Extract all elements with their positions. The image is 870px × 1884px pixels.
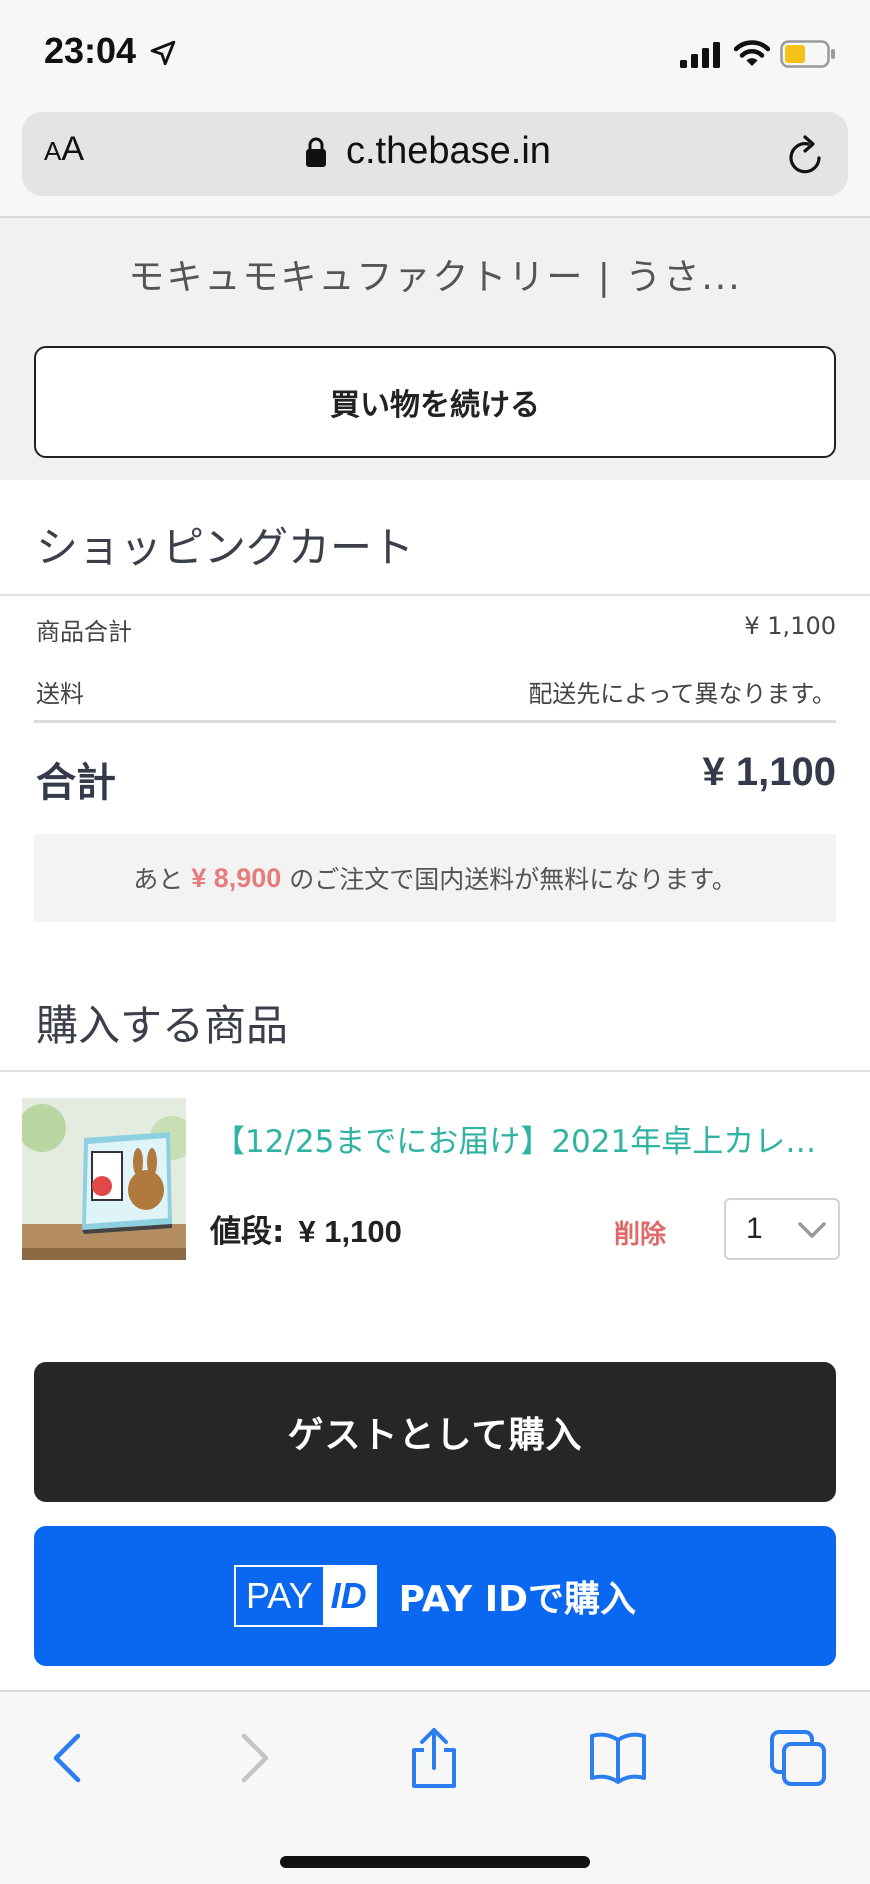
total-value: ¥ 1,100 — [702, 750, 836, 794]
shipping-value: 配送先によって異なります。 — [528, 680, 836, 708]
home-indicator[interactable] — [280, 1856, 590, 1868]
status-bar: 23:04 — [0, 0, 870, 108]
divider — [0, 1070, 870, 1072]
shipping-label: 送料 — [36, 680, 84, 708]
chevron-down-icon — [798, 1222, 826, 1238]
quantity-select[interactable]: 1 — [724, 1198, 840, 1260]
shipping-row: 送料 配送先によって異なります。 — [36, 674, 836, 709]
forward-icon[interactable] — [222, 1728, 282, 1788]
guest-purchase-button[interactable]: ゲストとして購入 — [34, 1362, 836, 1502]
price-value: ¥ 1,100 — [298, 1214, 402, 1249]
payid-logo: PAY ID — [233, 1565, 377, 1627]
subtotal-value: ¥ 1,100 — [744, 612, 836, 640]
free-ship-amount: ¥ 8,900 — [191, 862, 282, 893]
bookmarks-icon[interactable] — [588, 1728, 648, 1788]
shop-name[interactable]: モキュモキュファクトリー | うさ... — [0, 248, 870, 300]
subtotal-row: 商品合計 ¥ 1,100 — [36, 612, 836, 647]
free-ship-suffix: のご注文で国内送料が無料になります。 — [289, 865, 737, 894]
free-shipping-notice: あと ¥ 8,900 のご注文で国内送料が無料になります。 — [34, 834, 836, 922]
address-bar[interactable]: AA c.thebase.in — [22, 112, 848, 196]
product-thumbnail[interactable] — [22, 1098, 186, 1260]
location-arrow-icon — [150, 40, 176, 66]
free-ship-prefix: あと — [133, 865, 184, 894]
status-time: 23:04 — [44, 30, 137, 71]
product-price: 値段: ¥ 1,100 — [210, 1206, 402, 1251]
divider — [34, 720, 836, 723]
share-icon[interactable] — [404, 1728, 464, 1788]
continue-shopping-button[interactable]: 買い物を続ける — [34, 346, 836, 458]
divider — [0, 594, 870, 596]
product-name-link[interactable]: 【12/25までにお届け】2021年卓上カレンダー — [214, 1116, 826, 1161]
wifi-icon — [734, 40, 770, 66]
text-size-button[interactable]: AA — [44, 130, 84, 169]
url-text[interactable]: c.thebase.in — [346, 130, 551, 173]
product-image — [22, 1098, 186, 1260]
browser-address-area: AA c.thebase.in — [0, 108, 870, 218]
signal-icon — [680, 42, 720, 68]
price-label: 値段: — [210, 1214, 285, 1250]
cart-content: ショッピングカート 商品合計 ¥ 1,100 送料 配送先によって異なります。 … — [0, 480, 870, 1690]
subtotal-label: 商品合計 — [36, 618, 132, 646]
lock-icon — [306, 137, 326, 167]
total-label: 合計 — [36, 760, 116, 806]
delete-item-button[interactable]: 削除 — [614, 1214, 666, 1251]
items-title: 購入する商品 — [36, 1001, 289, 1050]
browser-toolbar — [0, 1690, 870, 1884]
payid-label: PAY IDで購入 — [398, 1579, 637, 1620]
payid-purchase-button[interactable]: PAY ID PAY IDで購入 — [34, 1526, 836, 1666]
shop-header: モキュモキュファクトリー | うさ... 買い物を続ける — [0, 220, 870, 480]
quantity-value: 1 — [746, 1212, 763, 1245]
tabs-icon[interactable] — [768, 1728, 828, 1788]
reload-icon[interactable] — [786, 134, 826, 176]
battery-icon — [780, 40, 835, 68]
cart-title: ショッピングカート — [36, 523, 415, 572]
back-icon[interactable] — [40, 1728, 100, 1788]
